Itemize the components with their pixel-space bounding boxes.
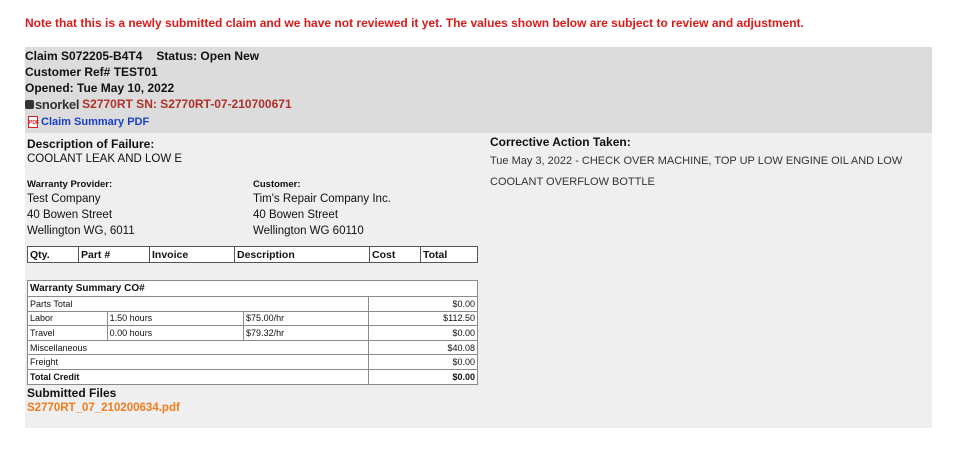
labor-label: Labor: [27, 310, 108, 327]
submitted-file-link[interactable]: S2770RT_07_210200634.pdf: [27, 402, 180, 414]
col-cost: Cost: [369, 246, 421, 263]
submitted-files-label: Submitted Files: [27, 386, 117, 400]
customer-city: Wellington WG 60110: [253, 225, 364, 237]
misc-label: Miscellaneous: [26, 339, 370, 356]
parts-total-value: $0.00: [368, 296, 478, 312]
failure-text: COOLANT LEAK AND LOW E: [27, 153, 183, 165]
snorkel-logo: snorkel: [25, 97, 79, 112]
freight-label: Freight: [26, 354, 370, 370]
col-invoice: Invoice: [149, 246, 235, 263]
labor-rate: $75.00/hr: [243, 310, 370, 327]
total-credit-label: Total Credit: [26, 368, 370, 385]
customer-ref: Customer Ref# TEST01: [25, 65, 158, 79]
provider-city: Wellington WG, 6011: [27, 225, 135, 237]
pdf-icon: PDF: [28, 116, 39, 128]
travel-value: $0.00: [368, 325, 478, 341]
table-row: Freight $0.00: [26, 354, 478, 370]
col-total: Total: [420, 246, 478, 263]
table-row: Total Credit $0.00: [26, 368, 478, 385]
claim-number: Claim S072205-B4T4: [25, 49, 143, 63]
review-notice: Note that this is a newly submitted clai…: [25, 16, 804, 30]
claim-title-line: Claim S072205-B4T4 Status: Open New: [25, 49, 259, 63]
travel-hours: 0.00 hours: [106, 325, 245, 341]
provider-name: Test Company: [27, 193, 101, 205]
parts-table-header-row: Qty. Part # Invoice Description Cost Tot…: [28, 246, 478, 263]
table-row: Parts Total $0.00: [26, 296, 478, 312]
col-description: Description: [234, 246, 370, 263]
table-row: Miscellaneous $40.08: [26, 339, 478, 356]
brand-name: snorkel: [35, 96, 80, 112]
labor-value: $112.50: [368, 310, 478, 327]
travel-rate: $79.32/hr: [243, 325, 370, 341]
claim-summary-pdf-link[interactable]: PDF Claim Summary PDF: [28, 116, 149, 128]
table-row: Travel 0.00 hours $79.32/hr $0.00: [27, 325, 478, 341]
freight-value: $0.00: [368, 354, 478, 370]
claim-summary-pdf-label: Claim Summary PDF: [41, 116, 150, 128]
machine-line: snorkel S2770RT SN: S2770RT-07-210700671: [25, 96, 292, 112]
snorkel-mark-icon: [25, 99, 34, 109]
total-credit-value: $0.00: [368, 368, 478, 385]
warranty-summary-table: Warranty Summary CO# Parts Total $0.00 L…: [26, 280, 478, 385]
parts-table: Qty. Part # Invoice Description Cost Tot…: [27, 246, 478, 263]
summary-title-row: Warranty Summary CO#: [27, 280, 478, 297]
labor-hours: 1.50 hours: [106, 310, 245, 327]
claim-status: Status: Open New: [156, 49, 260, 63]
col-part-number: Part #: [78, 246, 150, 263]
travel-label: Travel: [27, 325, 108, 341]
table-row: Labor 1.50 hours $75.00/hr $112.50: [27, 310, 478, 327]
summary-title: Warranty Summary CO#: [27, 280, 478, 297]
opened-date: Opened: Tue May 10, 2022: [25, 81, 175, 95]
corrective-text: Tue May 3, 2022 - CHECK OVER MACHINE, TO…: [490, 155, 903, 188]
warranty-provider-label: Warranty Provider:: [27, 179, 113, 190]
customer-name: Tim's Repair Company Inc.: [253, 193, 391, 205]
corrective-label: Corrective Action Taken:: [490, 135, 631, 149]
claim-header: Claim S072205-B4T4 Status: Open New Custo…: [25, 47, 932, 133]
claim-panel: Claim S072205-B4T4 Status: Open New Custo…: [25, 47, 932, 428]
parts-total-label: Parts Total: [26, 296, 370, 312]
machine-serial: S2770RT SN: S2770RT-07-210700671: [82, 97, 292, 111]
failure-label: Description of Failure:: [27, 137, 155, 151]
provider-street: 40 Bowen Street: [27, 209, 113, 221]
col-qty: Qty.: [30, 248, 50, 261]
misc-value: $40.08: [368, 339, 478, 356]
customer-street: 40 Bowen Street: [253, 209, 339, 221]
customer-label: Customer:: [253, 179, 301, 190]
